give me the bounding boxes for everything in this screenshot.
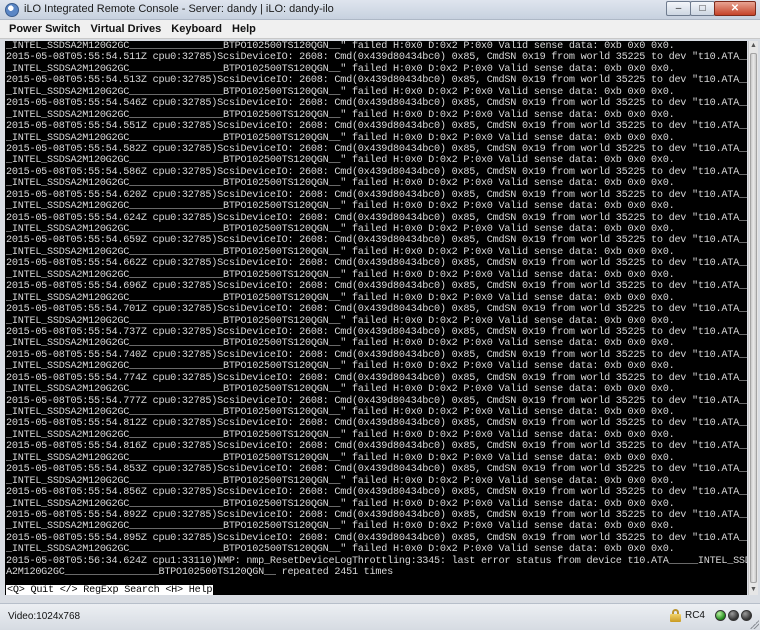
console-line: _INTEL_SSDSA2M120G2GC________________BTP…	[6, 429, 675, 441]
console-line: _INTEL_SSDSA2M120G2GC________________BTP…	[6, 201, 675, 213]
close-button[interactable]: ✕	[714, 1, 756, 16]
console-line: _INTEL_SSDSA2M120G2GC________________BTP…	[6, 521, 675, 533]
activity-led-icon	[728, 610, 739, 621]
console-line: 2015-05-08T05:55:54.895Z cpu0:32785)Scsi…	[6, 532, 747, 544]
console-line: A2M120G2GC________________BTPO102500TS12…	[6, 567, 393, 579]
console-log: _INTEL_SSDSA2M120G2GC________________BTP…	[6, 41, 747, 579]
console-line: 2015-05-08T05:55:54.624Z cpu0:32785)Scsi…	[6, 212, 747, 224]
console-status-line: <Q> Quit </> RegExp Search <H> Help	[6, 585, 214, 595]
window-controls: – □ ✕	[666, 1, 756, 17]
power-led-icon	[715, 610, 726, 621]
console-line: _INTEL_SSDSA2M120G2GC________________BTP…	[6, 132, 675, 144]
menu-keyboard[interactable]: Keyboard	[166, 20, 227, 38]
lock-icon	[669, 609, 681, 622]
console-line: _INTEL_SSDSA2M120G2GC________________BTP…	[6, 41, 675, 52]
title-bar[interactable]: iLO Integrated Remote Console - Server: …	[0, 0, 760, 20]
console-line: 2015-05-08T05:55:54.620Z cpu0:32785)Scsi…	[6, 189, 747, 201]
console-line: 2015-05-08T05:55:54.740Z cpu0:32785)Scsi…	[6, 349, 747, 361]
console-line: 2015-05-08T05:55:54.701Z cpu0:32785)Scsi…	[6, 304, 747, 316]
console-line: 2015-05-08T05:55:54.816Z cpu0:32785)Scsi…	[6, 441, 747, 453]
console-line: 2015-05-08T05:55:54.737Z cpu0:32785)Scsi…	[6, 326, 747, 338]
console-screen[interactable]: _INTEL_SSDSA2M120G2GC________________BTP…	[5, 41, 747, 595]
resize-grip-icon[interactable]	[749, 619, 759, 629]
status-indicators: RC4	[669, 609, 752, 622]
vertical-scrollbar[interactable]: ▲ ▼	[748, 41, 758, 595]
console-line: 2015-05-08T05:55:54.582Z cpu0:32785)Scsi…	[6, 143, 747, 155]
console-line: 2015-05-08T05:55:54.586Z cpu0:32785)Scsi…	[6, 166, 747, 178]
console-line: _INTEL_SSDSA2M120G2GC________________BTP…	[6, 246, 675, 258]
console-line: _INTEL_SSDSA2M120G2GC________________BTP…	[6, 498, 675, 510]
console-line: _INTEL_SSDSA2M120G2GC________________BTP…	[6, 315, 675, 327]
scroll-up-icon[interactable]: ▲	[749, 41, 758, 51]
console-line: 2015-05-08T05:55:54.546Z cpu0:32785)Scsi…	[6, 98, 747, 110]
console-line: _INTEL_SSDSA2M120G2GC________________BTP…	[6, 407, 675, 418]
menu-bar: Power Switch Virtual Drives Keyboard Hel…	[0, 20, 760, 39]
console-line: _INTEL_SSDSA2M120G2GC________________BTP…	[6, 475, 675, 487]
console-line: _INTEL_SSDSA2M120G2GC________________BTP…	[6, 384, 675, 396]
console-line: _INTEL_SSDSA2M120G2GC________________BTP…	[6, 224, 675, 235]
console-line: 2015-05-08T05:55:54.513Z cpu0:32785)Scsi…	[6, 75, 747, 87]
menu-power-switch[interactable]: Power Switch	[0, 20, 86, 38]
console-line: 2015-05-08T05:55:54.659Z cpu0:32785)Scsi…	[6, 235, 747, 247]
console-line: _INTEL_SSDSA2M120G2GC________________BTP…	[6, 178, 675, 190]
console-line: 2015-05-08T05:55:54.812Z cpu0:32785)Scsi…	[6, 418, 747, 430]
remote-console-window: iLO Integrated Remote Console - Server: …	[0, 0, 760, 630]
encryption-label: RC4	[684, 610, 705, 621]
console-line: 2015-05-08T05:55:54.774Z cpu0:32785)Scsi…	[6, 372, 747, 384]
video-resolution: Video:1024x768	[8, 611, 81, 622]
console-line: _INTEL_SSDSA2M120G2GC________________BTP…	[6, 338, 675, 350]
hp-logo-icon	[5, 3, 19, 17]
console-line: 2015-05-08T05:55:54.856Z cpu0:32785)Scsi…	[6, 487, 747, 499]
console-line: 2015-05-08T05:55:54.853Z cpu0:32785)Scsi…	[6, 464, 747, 476]
scroll-thumb[interactable]	[750, 53, 757, 583]
console-line: _INTEL_SSDSA2M120G2GC________________BTP…	[6, 269, 675, 281]
minimize-button[interactable]: –	[666, 1, 691, 16]
console-line: _INTEL_SSDSA2M120G2GC________________BTP…	[6, 361, 675, 373]
console-line: 2015-05-08T05:56:34.624Z cpu1:33110)NMP:…	[6, 555, 747, 567]
console-line: _INTEL_SSDSA2M120G2GC________________BTP…	[6, 109, 675, 121]
maximize-button[interactable]: □	[690, 1, 715, 16]
console-line: _INTEL_SSDSA2M120G2GC________________BTP…	[6, 86, 675, 98]
menu-virtual-drives[interactable]: Virtual Drives	[86, 20, 167, 38]
window-title: iLO Integrated Remote Console - Server: …	[24, 3, 334, 15]
status-bar: Video:1024x768 RC4	[0, 603, 760, 630]
console-line: _INTEL_SSDSA2M120G2GC________________BTP…	[6, 292, 675, 304]
console-line: 2015-05-08T05:55:54.551Z cpu0:32785)Scsi…	[6, 121, 747, 133]
console-line: 2015-05-08T05:55:54.777Z cpu0:32785)Scsi…	[6, 395, 747, 407]
console-line: _INTEL_SSDSA2M120G2GC________________BTP…	[6, 155, 675, 167]
console-line: _INTEL_SSDSA2M120G2GC________________BTP…	[6, 452, 675, 464]
console-line: 2015-05-08T05:55:54.662Z cpu0:32785)Scsi…	[6, 258, 747, 270]
console-line: 2015-05-08T05:55:54.892Z cpu0:32785)Scsi…	[6, 509, 747, 521]
console-line: _INTEL_SSDSA2M120G2GC________________BTP…	[6, 544, 675, 556]
console-line: 2015-05-08T05:55:54.696Z cpu0:32785)Scsi…	[6, 281, 747, 293]
console-line: 2015-05-08T05:55:54.511Z cpu0:32785)Scsi…	[6, 52, 747, 64]
menu-help[interactable]: Help	[227, 20, 261, 38]
scroll-down-icon[interactable]: ▼	[749, 585, 758, 595]
console-line: _INTEL_SSDSA2M120G2GC________________BTP…	[6, 63, 675, 75]
